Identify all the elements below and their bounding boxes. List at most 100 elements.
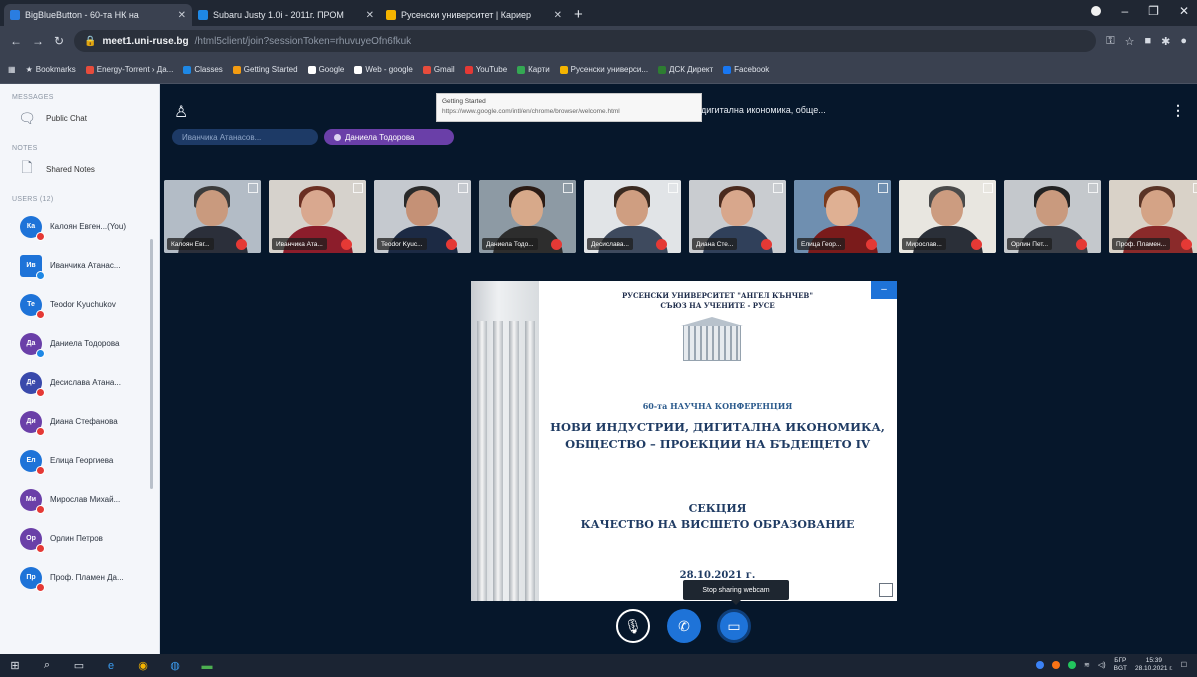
user-list-item[interactable]: Ел Елица Георгиева (0, 441, 159, 480)
webcam-name: Десислава... (587, 238, 633, 250)
browser-tab[interactable]: Subaru Justy 1.0i - 2011г. ПРОМ ✕ (192, 4, 380, 26)
muted-icon (36, 426, 45, 436)
user-list-scrollbar[interactable] (150, 239, 153, 489)
expand-icon[interactable] (773, 183, 783, 193)
apps-icon[interactable]: ▦ (8, 65, 16, 74)
bookmark-item[interactable]: Google (307, 65, 344, 74)
language-indicator[interactable]: БГР BGT (1114, 657, 1127, 673)
options-menu-icon[interactable]: ⋮ (1171, 102, 1185, 119)
user-list-item[interactable]: Те Teodor Kyuchukov (0, 285, 159, 324)
key-icon[interactable]: ⚿ (1106, 35, 1114, 48)
profile-icon[interactable] (1091, 6, 1102, 16)
user-list-item[interactable]: Ди Диана Стефанова (0, 402, 159, 441)
user-list-item[interactable]: Ка Калоян Евген...(You) (0, 207, 159, 246)
expand-icon[interactable] (668, 183, 678, 193)
address-bar[interactable]: 🔒 meet1.uni-ruse.bg/html5client/join?ses… (74, 30, 1097, 52)
reload-icon[interactable]: ↻ (54, 34, 64, 48)
new-tab-button[interactable]: + (574, 6, 583, 23)
explorer-icon[interactable]: ▬ (200, 659, 214, 673)
user-name: Проф. Пламен Да... (50, 573, 124, 582)
clock[interactable]: 15:39 28.10.2021 г. (1135, 657, 1173, 673)
webcam-name: Проф. Пламен... (1112, 238, 1171, 250)
webcam-button[interactable]: ▭ (717, 609, 751, 643)
leave-audio-button[interactable]: ✆ (667, 609, 701, 643)
expand-icon[interactable] (563, 183, 573, 193)
talking-indicator-active[interactable]: Даниела Тодорова (324, 129, 454, 145)
webcam-tile[interactable]: Диана Сте... (689, 180, 786, 253)
bookmark-item[interactable]: Gmail (422, 65, 455, 74)
muted-icon (656, 239, 667, 250)
tray-icon[interactable] (1052, 661, 1061, 669)
maximize-icon[interactable]: ❐ (1148, 4, 1159, 18)
browser-tab[interactable]: Русенски университет | Кариер ✕ (380, 4, 568, 26)
minimize-icon[interactable]: – (1121, 4, 1128, 18)
bookmark-item[interactable]: Web - google (354, 65, 413, 74)
search-icon[interactable]: ⌕ (40, 659, 54, 673)
avatar-initials: Пр (26, 574, 36, 581)
close-tab-icon[interactable]: ✕ (178, 10, 186, 21)
extension-icon[interactable]: ■ (1144, 35, 1151, 48)
mute-button[interactable]: 🎙 (616, 609, 650, 643)
bookmark-item[interactable]: ДСК Директ (658, 65, 713, 74)
star-icon[interactable]: ☆ (1125, 35, 1135, 48)
webcam-tile[interactable]: Teodor Kyuc... (374, 180, 471, 253)
close-tab-icon[interactable]: ✕ (554, 10, 562, 21)
user-list-item[interactable]: Пр Проф. Пламен Да... (0, 558, 159, 597)
app-icon[interactable]: ◍ (168, 659, 182, 673)
fullscreen-icon[interactable] (879, 583, 893, 597)
user-list-toggle-icon[interactable]: ♙ (174, 102, 188, 122)
bookmark-item[interactable]: YouTube (464, 65, 507, 74)
task-view-icon[interactable]: ▭ (72, 659, 86, 673)
start-icon[interactable]: ⊞ (8, 659, 22, 673)
volume-icon[interactable]: ◁) (1098, 661, 1106, 669)
expand-icon[interactable] (878, 183, 888, 193)
shared-notes-item[interactable]: 🗋 Shared Notes (0, 152, 159, 186)
tray-icon[interactable] (1068, 661, 1077, 669)
user-list-item[interactable]: Ми Мирослав Михай... (0, 480, 159, 519)
bookmark-item[interactable]: Energy-Torrent › Да... (85, 65, 173, 74)
user-list-item[interactable]: Да Даниела Тодорова (0, 324, 159, 363)
close-window-icon[interactable]: ✕ (1179, 4, 1189, 18)
forward-icon[interactable]: → (32, 34, 44, 48)
chrome-icon[interactable]: ◉ (136, 659, 150, 673)
wifi-icon[interactable]: ≋ (1084, 661, 1090, 669)
bookmark-item[interactable]: Getting Started (232, 65, 298, 74)
bookmarks-folder[interactable]: ★ Bookmarks (26, 65, 76, 74)
webcam-tile[interactable]: Елица Геор... (794, 180, 891, 253)
expand-icon[interactable] (248, 183, 258, 193)
tab-title: BigBlueButton - 60-та НК на (25, 10, 139, 20)
close-tab-icon[interactable]: ✕ (366, 10, 374, 21)
back-icon[interactable]: ← (10, 34, 22, 48)
notifications-icon[interactable]: ☐ (1181, 661, 1187, 669)
webcam-tile[interactable]: Орлин Пет... (1004, 180, 1101, 253)
slide-logo (683, 325, 741, 361)
public-chat-item[interactable]: 🗨 Public Chat (0, 101, 159, 135)
user-list-item[interactable]: Ив Иванчика Атанас... (0, 246, 159, 285)
bookmark-item[interactable]: Facebook (723, 65, 769, 74)
webcam-tile[interactable]: Мирослав... (899, 180, 996, 253)
bookmark-item[interactable]: Русенски универси... (559, 65, 648, 74)
expand-icon[interactable] (353, 183, 363, 193)
user-list-item[interactable]: Де Десислава Атана... (0, 363, 159, 402)
expand-icon[interactable] (458, 183, 468, 193)
edge-icon[interactable]: e (104, 659, 118, 673)
avatar-icon[interactable]: ● (1180, 35, 1187, 48)
webcam-tile[interactable]: Проф. Пламен... (1109, 180, 1197, 253)
talking-indicator[interactable]: Иванчика Атанасов... (172, 129, 318, 145)
webcam-tile[interactable]: Даниела Тодо... (479, 180, 576, 253)
bookmark-label: Classes (194, 65, 223, 74)
expand-icon[interactable] (983, 183, 993, 193)
bookmark-item[interactable]: Карти (517, 65, 550, 74)
expand-icon[interactable] (1088, 183, 1098, 193)
bbb-main-area: ♙ Getting Started https://www.google.com… (160, 84, 1197, 654)
webcam-tile[interactable]: Иванчика Ата... (269, 180, 366, 253)
webcam-tile[interactable]: Калоян Евг... (164, 180, 261, 253)
browser-tab[interactable]: BigBlueButton - 60-та НК на ✕ (4, 4, 192, 26)
webcam-tile[interactable]: Десислава... (584, 180, 681, 253)
tray-icon[interactable] (1036, 661, 1045, 669)
user-name: Десислава Атана... (50, 378, 122, 387)
user-list-item[interactable]: Ор Орлин Петров (0, 519, 159, 558)
bookmark-item[interactable]: Classes (183, 65, 223, 74)
puzzle-icon[interactable]: ✱ (1161, 35, 1170, 48)
expand-icon[interactable] (1193, 183, 1197, 193)
